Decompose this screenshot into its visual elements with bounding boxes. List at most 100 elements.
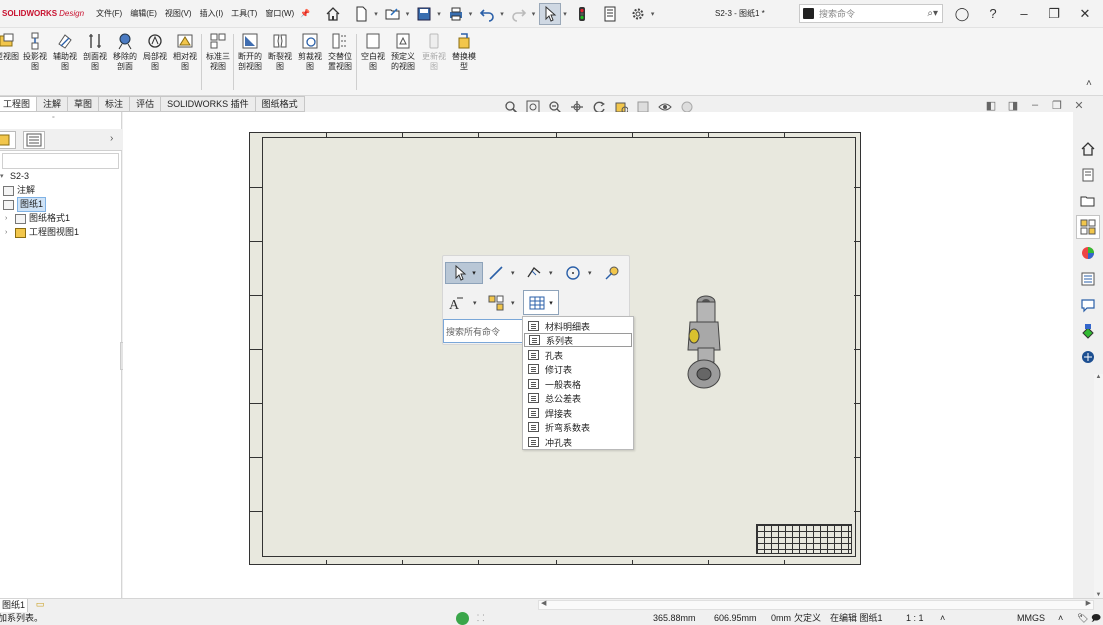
file-explorer-icon[interactable] bbox=[1076, 189, 1100, 213]
menu-item-general-table[interactable]: 一般表格 bbox=[524, 377, 632, 391]
section-view-button[interactable]: 剖面视图 bbox=[80, 30, 110, 94]
minimize-button[interactable]: – bbox=[1012, 0, 1036, 28]
forum-chat-icon[interactable] bbox=[1076, 293, 1100, 317]
scroll-left-icon[interactable]: ◀ bbox=[541, 599, 546, 607]
menu-item-punch-table[interactable]: 冲孔表 bbox=[524, 435, 632, 449]
projected-view-button[interactable]: 投影视图 bbox=[20, 30, 50, 94]
menu-item-hole-table[interactable]: 孔表 bbox=[524, 348, 632, 362]
broken-out-section-button[interactable]: 断开的剖视图 bbox=[235, 30, 265, 94]
tab-annotation[interactable]: 注解 bbox=[37, 96, 69, 112]
feature-tree-tab-icon[interactable] bbox=[23, 131, 45, 149]
relative-view-button[interactable]: 相对视图 bbox=[170, 30, 200, 94]
horizontal-scrollbar[interactable]: ◀ ▶ bbox=[538, 600, 1094, 610]
feature-tree-filter-input[interactable] bbox=[2, 153, 119, 169]
tab-sheet-format[interactable]: 图纸格式 bbox=[255, 96, 305, 112]
close-button[interactable]: ✕ bbox=[1073, 0, 1097, 28]
appearances-scenes-icon[interactable] bbox=[1076, 241, 1100, 265]
new-document-icon[interactable] bbox=[350, 3, 372, 25]
rebuild-status-icon[interactable] bbox=[456, 612, 469, 625]
solidworks-logo[interactable]: SOLIDWORKS Design bbox=[0, 9, 92, 18]
tab-markup[interactable]: 标注 bbox=[99, 96, 131, 112]
crop-view-button[interactable]: 剪裁视图 bbox=[295, 30, 325, 94]
design-library-icon[interactable] bbox=[1076, 163, 1100, 187]
3dexperience-icon[interactable] bbox=[1076, 345, 1100, 369]
menu-view[interactable]: 视图(V) bbox=[161, 0, 196, 28]
smart-dimension-button[interactable] bbox=[523, 262, 545, 284]
search-commands-input[interactable]: 搜索命令 ⌕▾ bbox=[799, 4, 943, 23]
select-cursor-icon[interactable] bbox=[539, 2, 562, 25]
empty-view-button[interactable]: 空白视图 bbox=[358, 30, 388, 94]
menu-item-revision-table[interactable]: 修订表 bbox=[524, 362, 632, 376]
alternate-position-view-button[interactable]: 交替位置视图 bbox=[325, 30, 355, 94]
tree-item-drawing-view[interactable]: › 工程图视图1 bbox=[5, 226, 79, 239]
rebuild-traffic-light-icon[interactable] bbox=[571, 3, 593, 25]
menu-item-tolerance-table[interactable]: 总公差表 bbox=[524, 391, 632, 405]
custom-properties-icon[interactable] bbox=[1076, 267, 1100, 291]
print-icon[interactable] bbox=[445, 3, 467, 25]
line-tool-button[interactable] bbox=[485, 262, 507, 284]
chevron-down-icon[interactable]: ▾ bbox=[511, 299, 515, 307]
removed-section-button[interactable]: 移除的剖面 bbox=[110, 30, 140, 94]
block-insert-button[interactable] bbox=[485, 292, 507, 314]
auxiliary-view-button[interactable]: 辅助视图 bbox=[50, 30, 80, 94]
tree-item-sheet-format[interactable]: › 图纸格式1 bbox=[5, 212, 70, 225]
tab-evaluate[interactable]: 评估 bbox=[130, 96, 162, 112]
circle-tool-button[interactable] bbox=[562, 262, 584, 284]
detail-view-button[interactable]: 局部视图 bbox=[140, 30, 170, 94]
help-icon[interactable]: ? bbox=[981, 0, 1005, 28]
predefined-view-button[interactable]: 预定义的视图 bbox=[388, 30, 418, 94]
save-icon[interactable] bbox=[413, 3, 435, 25]
restore-button[interactable]: ❐ bbox=[1042, 0, 1066, 28]
chevron-down-icon[interactable]: ▾ bbox=[0, 170, 8, 183]
tab-drawing[interactable]: 工程图 bbox=[0, 96, 38, 112]
tree-item-root[interactable]: ▾ S2-3 bbox=[0, 170, 29, 183]
menu-tools[interactable]: 工具(T) bbox=[227, 0, 261, 28]
tags-icon[interactable]: 🏷 bbox=[1077, 612, 1088, 625]
tab-sketch[interactable]: 草图 bbox=[68, 96, 100, 112]
chevron-down-icon[interactable]: ▾ bbox=[563, 10, 567, 18]
status-sheet-scale[interactable]: 1 : 1 bbox=[906, 612, 924, 625]
chevron-down-icon[interactable]: ▾ bbox=[500, 10, 504, 18]
chevron-up-icon[interactable]: ˄ bbox=[1058, 612, 1063, 625]
menu-item-bom[interactable]: 材料明细表 bbox=[524, 319, 632, 333]
view-palette-icon[interactable] bbox=[1076, 215, 1100, 239]
options-gear-icon[interactable] bbox=[627, 3, 649, 25]
chevron-up-icon[interactable]: ˄ bbox=[940, 612, 945, 625]
vertical-scrollbar[interactable]: ▲ ▼ bbox=[1094, 374, 1103, 598]
magnetic-line-button[interactable] bbox=[601, 262, 623, 284]
search-all-commands-input[interactable]: 搜索所有命令 bbox=[443, 319, 523, 343]
scroll-right-icon[interactable]: ▶ bbox=[1086, 599, 1091, 607]
notification-icon[interactable]: 🗩 bbox=[1091, 612, 1101, 625]
sheet-tab-sheet1[interactable]: 图纸1 bbox=[0, 599, 29, 612]
property-manager-tab-icon[interactable] bbox=[0, 131, 16, 149]
menu-item-design-table[interactable]: 系列表 bbox=[524, 333, 632, 347]
replace-model-button[interactable]: 替换模型 bbox=[449, 30, 479, 94]
note-text-button[interactable]: A bbox=[445, 292, 467, 314]
tree-item-sheet1[interactable]: 图纸1 bbox=[3, 197, 47, 212]
model-view-button[interactable]: 型视图 bbox=[0, 30, 22, 94]
solidworks-resources-icon[interactable] bbox=[1076, 137, 1100, 161]
chevron-right-icon[interactable]: › bbox=[5, 226, 13, 239]
status-units[interactable]: MMGS bbox=[1017, 612, 1045, 625]
standard-3-view-button[interactable]: 标准三视图 bbox=[203, 30, 233, 94]
chevron-down-icon[interactable]: ▾ bbox=[437, 10, 441, 18]
toolbox-icon[interactable] bbox=[1076, 319, 1100, 343]
menu-window[interactable]: 窗口(W) bbox=[261, 0, 298, 28]
pin-icon[interactable]: 📌 bbox=[298, 0, 312, 28]
part-model-isometric[interactable] bbox=[682, 292, 726, 392]
menu-insert[interactable]: 插入(I) bbox=[196, 0, 228, 28]
chevron-down-icon[interactable]: ▾ bbox=[469, 10, 473, 18]
menu-file[interactable]: 文件(F) bbox=[92, 0, 126, 28]
collapse-ribbon-icon[interactable]: ˄ bbox=[1086, 78, 1092, 89]
scroll-up-icon[interactable]: ▲ bbox=[1094, 374, 1103, 380]
chevron-down-icon[interactable]: ▾ bbox=[511, 269, 515, 277]
undo-icon[interactable] bbox=[476, 3, 498, 25]
break-view-button[interactable]: 断裂视图 bbox=[265, 30, 295, 94]
menu-item-bend-table[interactable]: 折弯系数表 bbox=[524, 420, 632, 434]
chevron-down-icon[interactable]: ▾ bbox=[588, 269, 592, 277]
tree-item-annotations[interactable]: 注解 bbox=[3, 184, 35, 197]
chevron-down-icon[interactable]: ▾ bbox=[374, 10, 378, 18]
chevron-down-icon[interactable]: ▾ bbox=[473, 299, 477, 307]
user-account-icon[interactable]: ◯ bbox=[950, 0, 974, 28]
chevron-down-icon[interactable]: ▾ bbox=[406, 10, 410, 18]
